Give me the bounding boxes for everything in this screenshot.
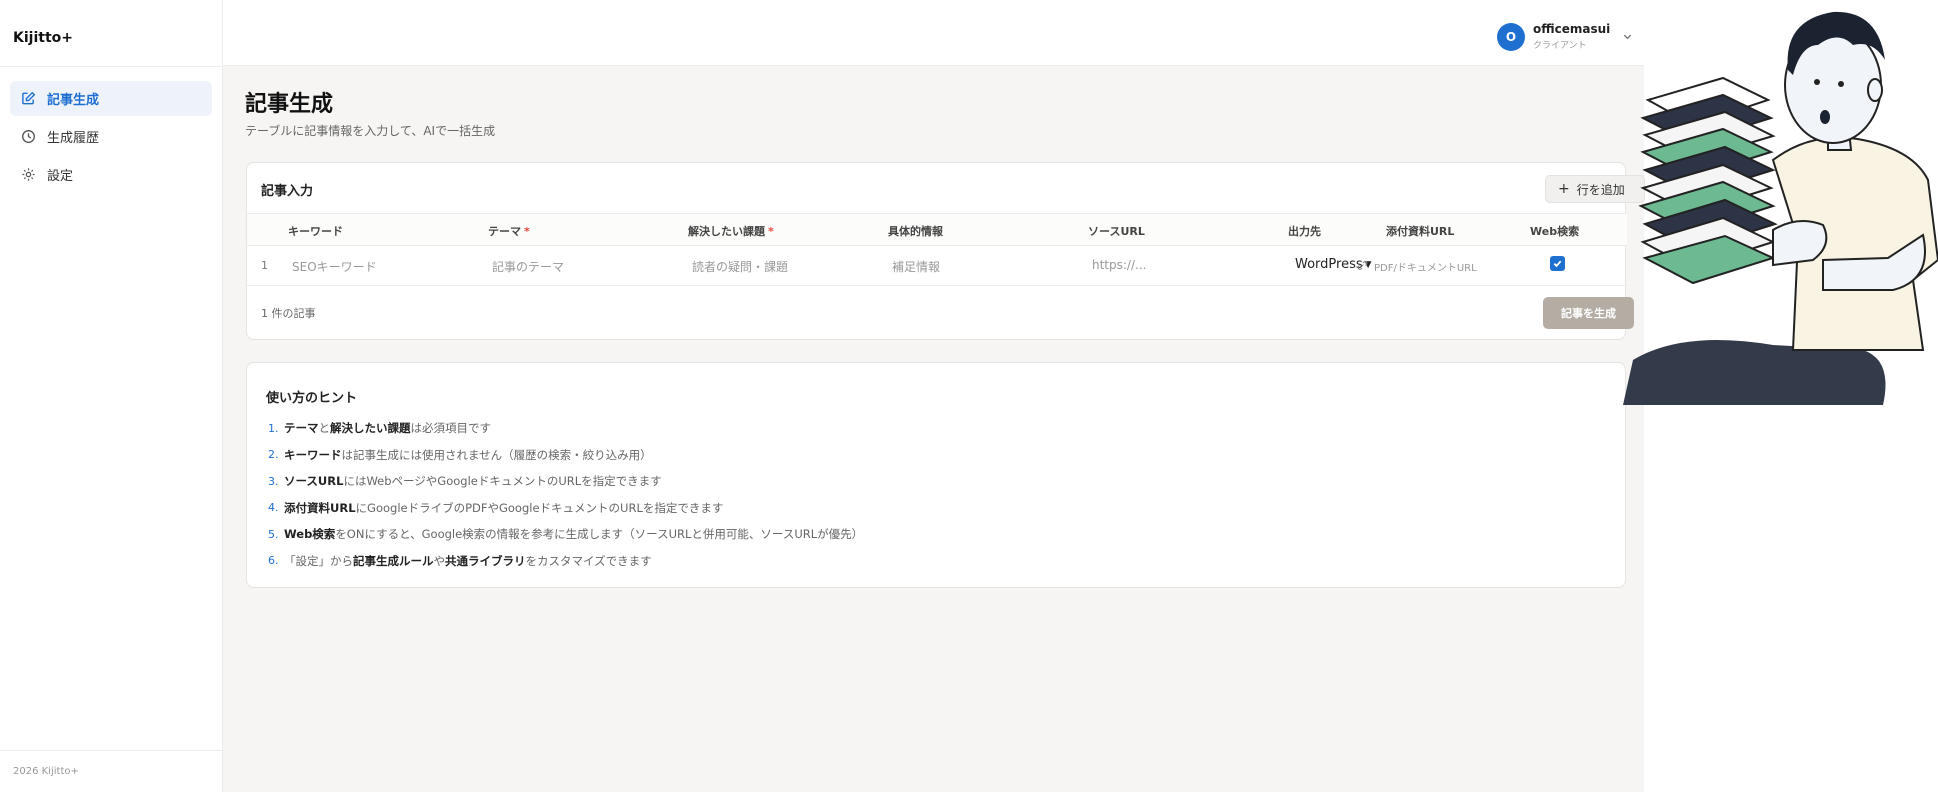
column-header-keyword: キーワード [288, 225, 343, 238]
column-header-attach-url: 添付資料URL [1386, 225, 1455, 238]
column-header-source-url: ソースURL [1088, 225, 1145, 238]
tip-text: は記事生成には使用されません（履歴の検索・絞り込み用） [341, 447, 652, 462]
tip-number: 4. [268, 501, 279, 515]
tip-text: 「設定」から [284, 553, 353, 568]
tip-keyword: テーマ [284, 421, 319, 436]
tip-number: 3. [268, 474, 279, 488]
sidebar: Kijitto+ 記事生成 生成履歴 設定 2026 Kijitto+ [0, 0, 223, 792]
sidebar-item-label: 設定 [47, 169, 74, 184]
avatar: O [1497, 22, 1525, 51]
sidebar-item-label: 記事生成 [47, 93, 100, 108]
page-subtitle: テーブルに記事情報を入力して、AIで一括生成 [245, 124, 496, 138]
tip-keyword: 共通ライブラリ [445, 553, 526, 568]
required-mark: * [768, 225, 774, 238]
article-count: 1 件の記事 [261, 307, 316, 320]
table-row: 1 SEOキーワード 記事のテーマ 読者の疑問・課題 補足情報 https://… [247, 246, 1627, 286]
tip-item: 4. 添付資料URL にGoogleドライブのPDFやGoogleドキュメントのUR… [268, 495, 863, 522]
tip-item: 5. Web検索 をONにすると、Google検索の情報を参考に生成します（ソースU… [268, 521, 863, 548]
sidebar-item-label: 生成履歴 [47, 131, 100, 146]
sidebar-item-article-generation[interactable]: 記事生成 [10, 81, 212, 116]
link-icon [1357, 260, 1368, 274]
user-info: officemasui クライアント [1533, 22, 1610, 51]
column-header-info: 具体的情報 [888, 225, 943, 238]
web-search-checkbox[interactable] [1550, 256, 1565, 271]
plus-icon: + [1558, 181, 1570, 197]
tip-item: 2. キーワード は記事生成には使用されません（履歴の検索・絞り込み用） [268, 442, 863, 469]
generate-button[interactable]: 記事を生成 [1543, 297, 1634, 329]
article-input-card: 記事入力 + 行を追加 キーワード テーマ * 解決したい課題 * 具体的情報 ソー… [246, 162, 1645, 340]
tip-text: にGoogleドライブのPDFやGoogleドキュメントのURLを指定できます [355, 500, 724, 515]
tips-title: 使い方のヒント [266, 391, 358, 406]
theme-input[interactable]: 記事のテーマ [492, 258, 564, 275]
page-title: 記事生成 [245, 92, 334, 117]
column-header-output: 出力先 [1288, 225, 1321, 238]
tip-number: 1. [268, 421, 279, 435]
person-with-documents-illustration [1623, 11, 1938, 405]
attach-url-input[interactable]: PDF/ドキュメントURL [1357, 259, 1477, 274]
tip-keyword: キーワード [284, 447, 342, 462]
user-role: クライアント [1533, 41, 1587, 51]
tip-text: と [318, 421, 331, 436]
attach-url-placeholder: PDF/ドキュメントURL [1374, 263, 1477, 274]
tip-keyword: Web検索 [284, 527, 336, 542]
column-header-theme: テーマ * [488, 225, 530, 238]
keyword-input[interactable]: SEOキーワード [292, 258, 377, 275]
tip-keyword: 添付資料URL [284, 500, 356, 515]
brand-logo[interactable]: Kijitto+ [13, 30, 73, 46]
card-title: 記事入力 [261, 184, 314, 199]
add-row-label: 行を追加 [1576, 182, 1625, 197]
clock-icon [20, 129, 36, 145]
tip-text: は必須項目です [410, 421, 492, 436]
tips-card: 使い方のヒント 1. テーマと解決したい課題 は必須項目です 2. キーワード は記事生成… [246, 362, 1626, 588]
tip-number: 5. [268, 527, 279, 541]
output-value: WordPress [1295, 257, 1363, 272]
divider [0, 66, 223, 67]
tip-item: 3. ソースURL にはWebページやGoogleドキュメントのURLを指定できます [268, 468, 863, 495]
user-menu[interactable]: O officemasui クライアント [1497, 22, 1633, 51]
sidebar-item-history[interactable]: 生成履歴 [10, 119, 212, 154]
sidebar-item-settings[interactable]: 設定 [10, 157, 212, 192]
column-header-web-search: Web検索 [1530, 225, 1580, 238]
tip-number: 6. [268, 554, 279, 568]
tip-number: 2. [268, 448, 279, 462]
divider [0, 750, 223, 751]
topbar: O officemasui クライアント [223, 0, 1644, 66]
tip-text: をONにすると、Google検索の情報を参考に生成します（ソースURLと併用可能… [335, 527, 864, 542]
tip-item: 6. 「設定」から 記事生成ルールや共通ライブラリ をカスタマイズできます [268, 548, 863, 575]
footer-copyright: 2026 Kijitto+ [13, 766, 79, 777]
tip-text: をカスタマイズできます [525, 553, 652, 568]
source-url-input[interactable]: https://... [1092, 258, 1146, 272]
row-number: 1 [261, 259, 268, 272]
gear-icon [20, 167, 36, 183]
tip-item: 1. テーマと解決したい課題 は必須項目です [268, 415, 863, 442]
table-header: キーワード テーマ * 解決したい課題 * 具体的情報 ソースURL 出力先 添付資… [247, 213, 1627, 246]
tip-text: や [433, 553, 446, 568]
user-name: officemasui [1533, 22, 1611, 36]
main-area: O officemasui クライアント 記事生成 テーブルに記事情報を入力して… [223, 0, 1645, 792]
required-mark: * [524, 225, 530, 238]
tips-list: 1. テーマと解決したい課題 は必須項目です 2. キーワード は記事生成には使用されませ… [268, 415, 863, 574]
tip-keyword: 記事生成ルール [353, 553, 434, 568]
tip-keyword: 解決したい課題 [330, 421, 411, 436]
sidebar-nav: 記事生成 生成履歴 設定 [10, 81, 212, 195]
edit-icon [20, 91, 36, 107]
tip-text: にはWebページやGoogleドキュメントのURLを指定できます [343, 474, 662, 489]
column-header-problem: 解決したい課題 * [688, 225, 774, 238]
problem-input[interactable]: 読者の疑問・課題 [692, 258, 788, 275]
tip-keyword: ソースURL [284, 474, 344, 489]
info-input[interactable]: 補足情報 [892, 258, 940, 275]
